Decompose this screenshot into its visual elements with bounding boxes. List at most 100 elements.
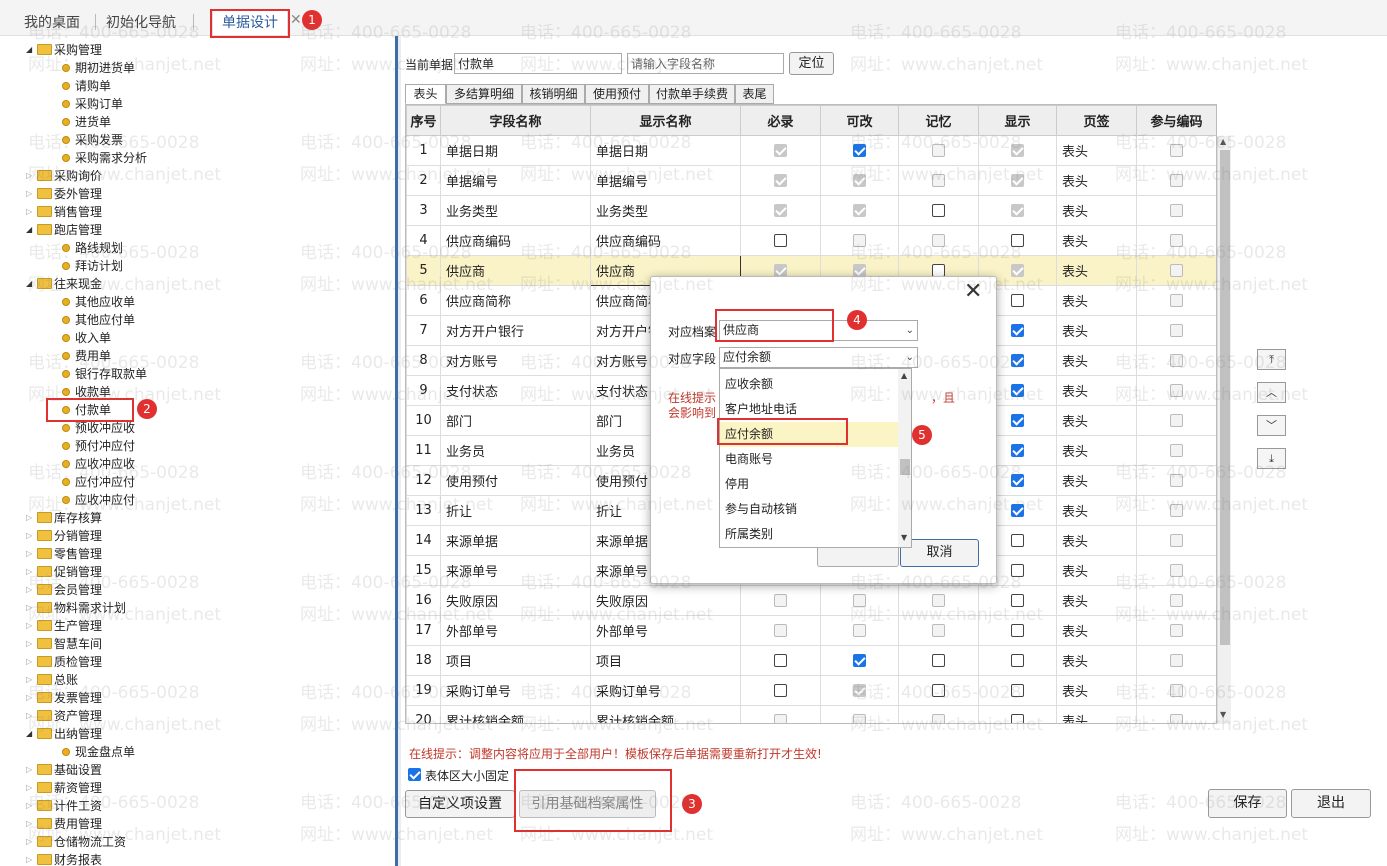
scroll-up-icon[interactable]: ▲ <box>1220 137 1226 146</box>
move-down-icon[interactable]: ﹀ <box>1257 415 1286 436</box>
fixed-size-checkbox[interactable] <box>408 768 421 781</box>
caret-down-icon[interactable]: ◢ <box>26 41 36 59</box>
scroll-down-icon[interactable]: ▼ <box>901 533 907 542</box>
move-top-icon[interactable]: ⤒ <box>1257 349 1286 370</box>
sub-tab[interactable]: 表尾 <box>735 84 774 104</box>
visible-checkbox[interactable] <box>1011 234 1024 247</box>
table-row[interactable]: 16 失败原因 失败原因 表头 <box>406 585 1216 616</box>
caret-right-icon[interactable]: ▷ <box>26 761 36 779</box>
caret-right-icon[interactable]: ▷ <box>26 653 36 671</box>
table-row[interactable]: 3 业务类型 业务类型 表头 <box>406 195 1216 226</box>
caret-right-icon[interactable]: ▷ <box>26 851 36 866</box>
column-header[interactable]: 参与编码 <box>1136 105 1216 136</box>
column-header[interactable]: 页签 <box>1056 105 1137 136</box>
sub-tab[interactable]: 使用预付 <box>585 84 649 104</box>
dropdown-scrollbar[interactable]: ▲ ▼ <box>898 369 911 547</box>
exit-button[interactable]: 退出 <box>1291 789 1371 818</box>
caret-right-icon[interactable]: ▷ <box>26 779 36 797</box>
caret-right-icon[interactable]: ▷ <box>26 815 36 833</box>
tab-init-nav[interactable]: 初始化导航 <box>106 12 176 32</box>
display-name-cell[interactable]: 项目 <box>590 645 741 676</box>
grid-scrollbar[interactable]: ▲ ▼ <box>1217 136 1231 724</box>
required-checkbox[interactable] <box>774 234 787 247</box>
column-header[interactable]: 显示名称 <box>590 105 741 136</box>
caret-right-icon[interactable]: ▷ <box>26 599 36 617</box>
table-row[interactable]: 4 供应商编码 供应商编码 表头 <box>406 225 1216 256</box>
caret-right-icon[interactable]: ▷ <box>26 689 36 707</box>
column-header[interactable]: 记忆 <box>898 105 979 136</box>
visible-checkbox[interactable] <box>1011 714 1024 723</box>
column-header[interactable]: 显示 <box>978 105 1057 136</box>
move-bottom-icon[interactable]: ⤓ <box>1257 448 1286 469</box>
visible-checkbox[interactable] <box>1011 684 1024 697</box>
display-name-cell[interactable]: 采购订单号 <box>590 675 741 706</box>
sub-tab[interactable]: 付款单手续费 <box>649 84 735 104</box>
required-checkbox[interactable] <box>774 684 787 697</box>
caret-right-icon[interactable]: ▷ <box>26 545 36 563</box>
table-row[interactable]: 19 采购订单号 采购订单号 表头 <box>406 675 1216 706</box>
move-up-icon[interactable]: ︿ <box>1257 382 1286 403</box>
field-select[interactable]: 应付余额 ⌄ <box>719 347 918 368</box>
visible-checkbox[interactable] <box>1011 294 1024 307</box>
visible-checkbox[interactable] <box>1011 654 1024 667</box>
column-header[interactable]: 序号 <box>406 105 441 136</box>
required-checkbox[interactable] <box>774 654 787 667</box>
display-name-cell[interactable]: 单据日期 <box>590 135 741 166</box>
caret-right-icon[interactable]: ▷ <box>26 581 36 599</box>
caret-right-icon[interactable]: ▷ <box>26 833 36 851</box>
visible-checkbox[interactable] <box>1011 384 1024 397</box>
display-name-cell[interactable]: 外部单号 <box>590 615 741 646</box>
visible-checkbox[interactable] <box>1011 534 1024 547</box>
table-row[interactable]: 17 外部单号 外部单号 表头 <box>406 615 1216 646</box>
caret-right-icon[interactable]: ▷ <box>26 797 36 815</box>
dropdown-option[interactable]: 停用 <box>720 472 898 497</box>
close-icon[interactable]: ✕ <box>290 12 302 28</box>
caret-right-icon[interactable]: ▷ <box>26 185 36 203</box>
table-row[interactable]: 20 累计核销余额 累计核销余额 表头 <box>406 705 1216 723</box>
visible-checkbox[interactable] <box>1011 354 1024 367</box>
visible-checkbox[interactable] <box>1011 594 1024 607</box>
editable-checkbox[interactable] <box>853 144 866 157</box>
scroll-up-icon[interactable]: ▲ <box>901 371 907 380</box>
close-icon[interactable]: ✕ <box>964 279 982 304</box>
column-header[interactable]: 字段名称 <box>440 105 591 136</box>
table-row[interactable]: 18 项目 项目 表头 <box>406 645 1216 676</box>
visible-checkbox[interactable] <box>1011 564 1024 577</box>
scroll-thumb[interactable] <box>1220 150 1230 645</box>
display-name-cell[interactable]: 供应商编码 <box>590 225 741 256</box>
caret-right-icon[interactable]: ▷ <box>26 707 36 725</box>
sub-tab[interactable]: 多结算明细 <box>446 84 522 104</box>
dropdown-option[interactable]: 电商账号 <box>720 447 898 472</box>
caret-right-icon[interactable]: ▷ <box>26 563 36 581</box>
visible-checkbox[interactable] <box>1011 624 1024 637</box>
current-bill-input[interactable] <box>454 53 622 74</box>
memory-checkbox[interactable] <box>932 684 945 697</box>
display-name-cell[interactable]: 失败原因 <box>590 585 741 616</box>
memory-checkbox[interactable] <box>932 654 945 667</box>
sub-tab[interactable]: 核销明细 <box>522 84 585 104</box>
caret-right-icon[interactable]: ▷ <box>26 203 36 221</box>
caret-down-icon[interactable]: ◢ <box>26 221 36 239</box>
table-row[interactable]: 2 单据编号 单据编号 表头 <box>406 165 1216 196</box>
visible-checkbox[interactable] <box>1011 444 1024 457</box>
visible-checkbox[interactable] <box>1011 324 1024 337</box>
column-header[interactable]: 可改 <box>820 105 899 136</box>
visible-checkbox[interactable] <box>1011 474 1024 487</box>
display-name-cell[interactable]: 单据编号 <box>590 165 741 196</box>
locate-button[interactable]: 定位 <box>789 52 834 75</box>
custom-field-button[interactable]: 自定义项设置 <box>405 790 515 818</box>
memory-checkbox[interactable] <box>932 204 945 217</box>
display-name-cell[interactable]: 累计核销余额 <box>590 705 741 723</box>
display-name-cell[interactable]: 业务类型 <box>590 195 741 226</box>
caret-right-icon[interactable]: ▷ <box>26 167 36 185</box>
splitter[interactable] <box>395 36 401 866</box>
field-dropdown-list[interactable]: 所属类别 参与自动核销 停用 电商账号 应付余额 客户地址电话 应收余额 ▲ ▼ <box>719 368 912 548</box>
save-button[interactable]: 保存 <box>1208 789 1287 818</box>
table-row[interactable]: 1 单据日期 单据日期 表头 <box>406 135 1216 166</box>
caret-down-icon[interactable]: ◢ <box>26 275 36 293</box>
caret-down-icon[interactable]: ◢ <box>26 725 36 743</box>
scroll-thumb[interactable] <box>900 459 910 475</box>
sub-tab[interactable]: 表头 <box>405 84 446 104</box>
column-header[interactable]: 必录 <box>740 105 821 136</box>
visible-checkbox[interactable] <box>1011 414 1024 427</box>
